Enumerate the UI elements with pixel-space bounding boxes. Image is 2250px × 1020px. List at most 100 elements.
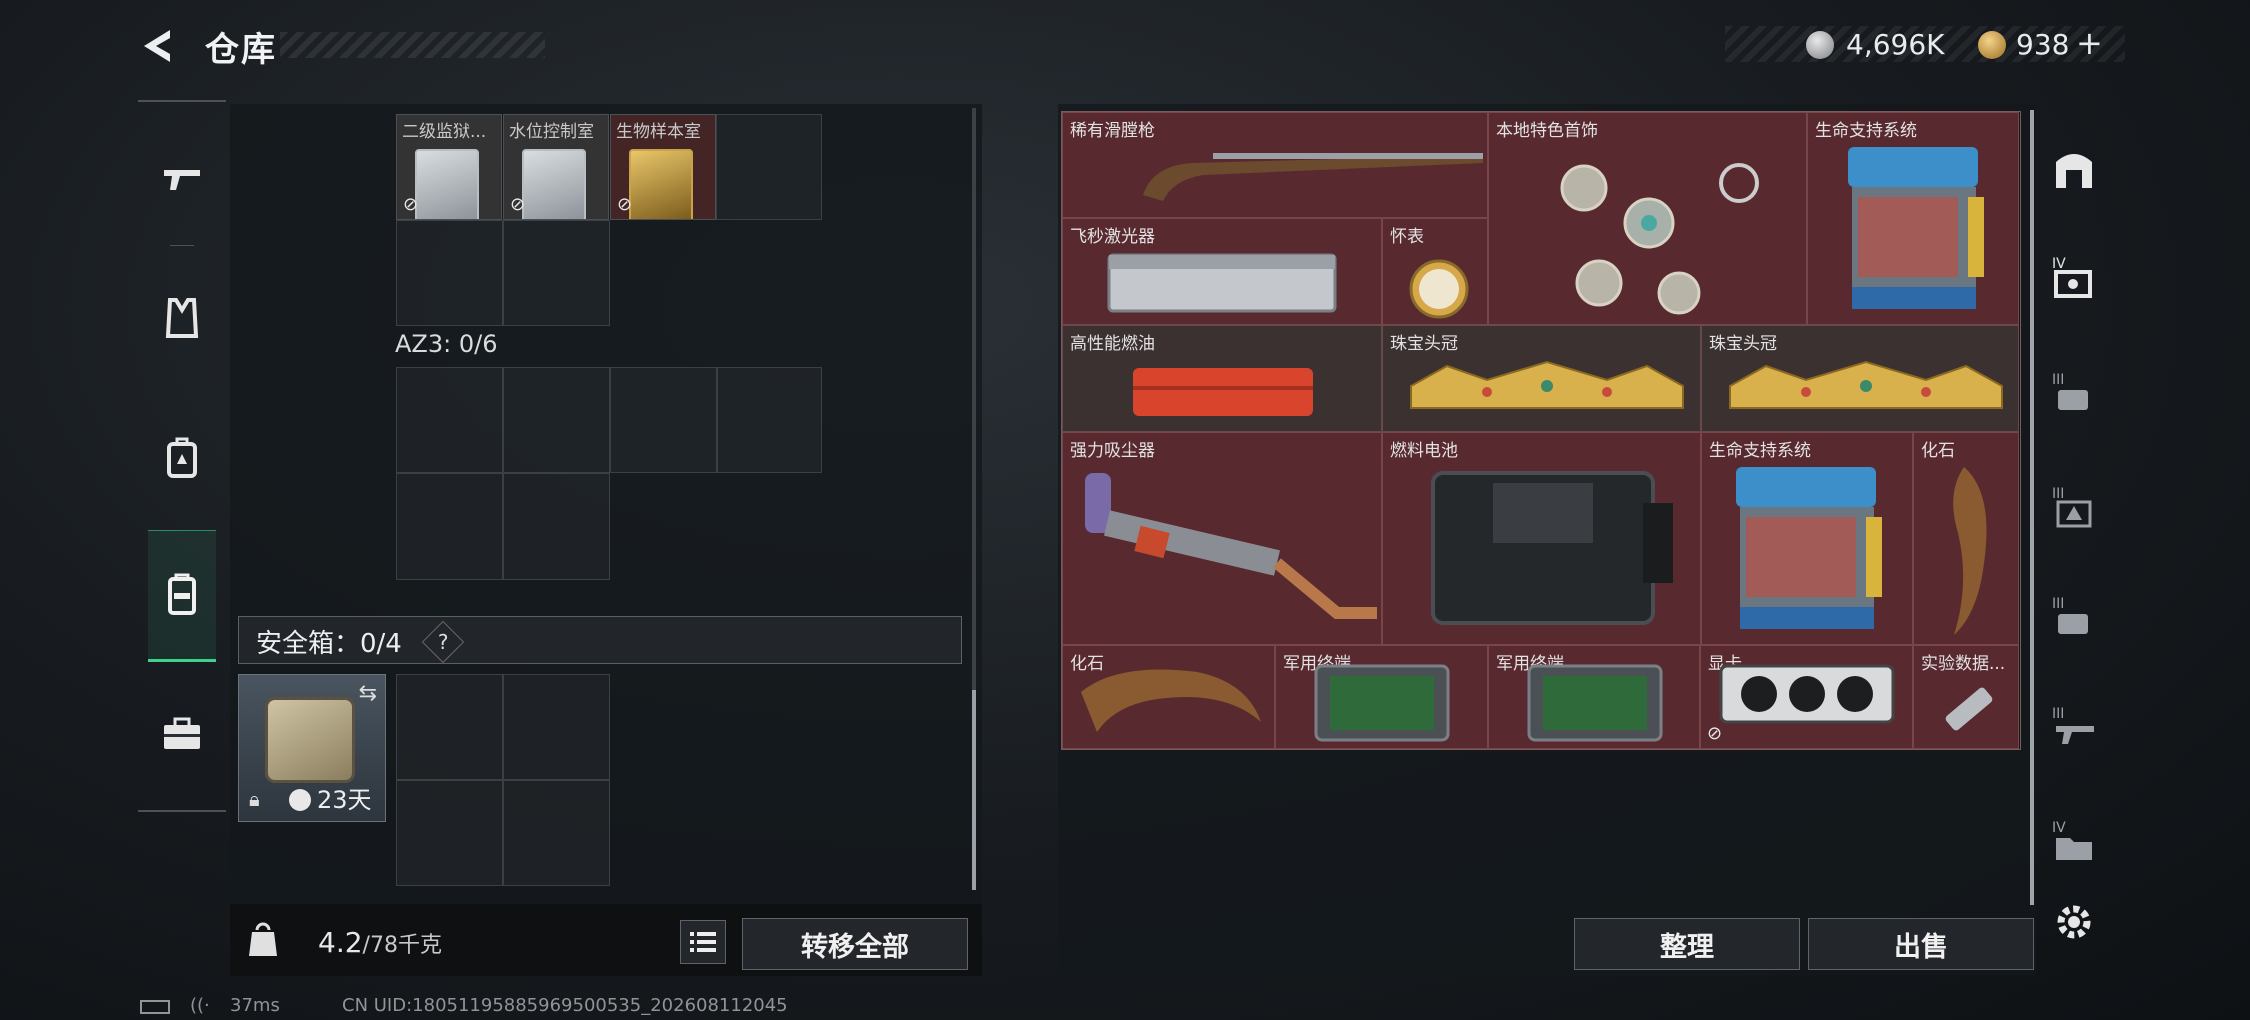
nav-dot xyxy=(170,245,194,246)
keycard-item[interactable]: 生物样本室 ⊘ xyxy=(610,114,716,220)
armor-icon[interactable] xyxy=(148,284,216,352)
empty-slot[interactable] xyxy=(716,114,822,220)
back-arrow-icon[interactable] xyxy=(138,26,176,66)
level4-folder-icon[interactable]: IV xyxy=(2040,808,2108,876)
gear-icon[interactable] xyxy=(2040,888,2108,956)
safe-box-item[interactable]: ⇆ 🔒︎ 23天 xyxy=(238,674,386,822)
keycard-item[interactable]: 二级监狱... ⊘ xyxy=(396,114,502,220)
empty-slot[interactable] xyxy=(396,473,503,580)
tiara-image xyxy=(1729,360,2003,409)
graphics-card-image xyxy=(1719,664,1895,724)
item-label: 二级监狱... xyxy=(402,122,487,142)
svg-text:III: III xyxy=(2052,486,2064,502)
ping-readout: 37ms xyxy=(230,995,280,1016)
stash-scrollbar[interactable] xyxy=(2030,110,2034,905)
empty-slot[interactable] xyxy=(610,367,717,473)
no-trade-icon: ⊘ xyxy=(510,194,526,215)
safe-box-image xyxy=(265,697,355,783)
add-currency-button[interactable]: + xyxy=(2076,24,2103,62)
level3-hand-icon[interactable]: III xyxy=(2040,360,2108,428)
backpack-icon[interactable] xyxy=(148,424,216,492)
empty-slot[interactable] xyxy=(717,367,822,473)
level3-warning-icon[interactable]: III xyxy=(2040,474,2108,542)
keycard-image xyxy=(629,149,693,219)
level3-gun-icon[interactable]: III xyxy=(2040,694,2108,762)
stash-item[interactable]: 高性能燃油 xyxy=(1062,325,1382,432)
no-trade-icon: ⊘ xyxy=(1707,723,1723,744)
laser-case-image xyxy=(1107,253,1337,313)
clock-icon xyxy=(289,789,311,811)
stash-item[interactable]: 军用终端... xyxy=(1488,645,1700,749)
stash-item[interactable]: 飞秒激光器 xyxy=(1062,218,1382,325)
weight-value: 4.2 xyxy=(318,926,363,959)
item-label: 珠宝头冠 xyxy=(1709,334,1777,354)
stash-item[interactable]: 珠宝头冠 xyxy=(1701,325,2019,432)
organize-button[interactable]: 整理 xyxy=(1574,918,1800,970)
fuel-case-image xyxy=(1133,368,1313,416)
experiment-data-image xyxy=(1945,687,1993,731)
empty-slot[interactable] xyxy=(503,780,610,886)
level3-hand2-icon[interactable]: III xyxy=(2040,584,2108,652)
fuel-cell-image xyxy=(1431,471,1673,625)
stash-item[interactable]: 怀表 xyxy=(1382,218,1488,325)
pocket-watch-image xyxy=(1409,259,1469,319)
user-uid: CN UID:18051195885969500535_202608112045 xyxy=(342,995,788,1016)
sell-button[interactable]: 出售 xyxy=(1808,918,2034,970)
stash-item[interactable]: 军用终端... xyxy=(1275,645,1488,749)
no-trade-icon: ⊘ xyxy=(403,194,419,215)
no-trade-icon: ⊘ xyxy=(617,194,633,215)
stash-item[interactable]: 实验数据... xyxy=(1913,645,2019,749)
jewelry-image xyxy=(1560,163,1759,315)
level4-case-icon[interactable]: IV xyxy=(2040,244,2108,312)
stash-item[interactable]: 燃料电池 xyxy=(1382,432,1701,645)
empty-slot[interactable] xyxy=(396,674,503,780)
transfer-all-button[interactable]: 转移全部 xyxy=(742,918,968,970)
stash-item[interactable]: 化石 xyxy=(1062,645,1275,749)
stash-item[interactable]: 珠宝头冠 xyxy=(1382,325,1701,432)
empty-slot[interactable] xyxy=(503,473,610,580)
life-support-image xyxy=(1848,147,1984,309)
swap-icon[interactable]: ⇆ xyxy=(359,681,377,706)
vacuum-image xyxy=(1085,473,1377,619)
gun-icon[interactable] xyxy=(148,144,216,212)
stash-item[interactable]: 生命支持系统 xyxy=(1807,112,2019,325)
stash-item[interactable]: 生命支持系统 xyxy=(1701,432,1913,645)
silver-coin-icon xyxy=(1806,31,1834,59)
keycard-image xyxy=(522,149,586,219)
vault-icon[interactable] xyxy=(2040,134,2108,202)
chest-rig-icon[interactable] xyxy=(148,530,216,662)
item-label: 水位控制室 xyxy=(509,122,594,142)
wifi-icon: ((· xyxy=(190,995,210,1016)
military-terminal-image xyxy=(1314,664,1450,742)
battery-icon xyxy=(140,1000,170,1014)
weight-max: /78千克 xyxy=(362,933,442,958)
empty-slot[interactable] xyxy=(396,220,503,326)
fossil-claw-image xyxy=(1953,467,1987,635)
empty-slot[interactable] xyxy=(503,674,610,780)
stash-item[interactable]: 显卡 ⊘ xyxy=(1700,645,1913,749)
empty-slot[interactable] xyxy=(503,220,610,326)
stash-item[interactable]: 化石 xyxy=(1913,432,2019,645)
toolbox-icon[interactable] xyxy=(148,700,216,768)
svg-text:III: III xyxy=(2052,706,2064,722)
svg-text:III: III xyxy=(2052,596,2064,612)
musket-image xyxy=(1143,153,1483,201)
svg-text:IV: IV xyxy=(2052,820,2066,836)
keycard-image xyxy=(415,149,479,219)
keycard-item[interactable]: 水位控制室 ⊘ xyxy=(503,114,609,220)
help-glyph: ? xyxy=(437,630,449,654)
list-view-button[interactable] xyxy=(680,920,726,964)
item-label: 高性能燃油 xyxy=(1070,334,1155,354)
stash-item[interactable]: 本地特色首饰 xyxy=(1488,112,1807,325)
list-icon xyxy=(690,932,716,952)
silver-amount: 4,696K xyxy=(1846,28,1945,61)
weight-icon xyxy=(249,922,277,956)
scrollbar-thumb[interactable] xyxy=(972,690,976,890)
empty-slot[interactable] xyxy=(503,367,610,473)
stash-item[interactable]: 强力吸尘器 xyxy=(1062,432,1382,645)
empty-slot[interactable] xyxy=(396,367,503,473)
page-title: 仓库 xyxy=(205,30,277,70)
stash-item[interactable]: 稀有滑膛枪 xyxy=(1062,112,1488,218)
empty-slot[interactable] xyxy=(396,780,503,886)
item-label: 本地特色首饰 xyxy=(1496,121,1598,141)
